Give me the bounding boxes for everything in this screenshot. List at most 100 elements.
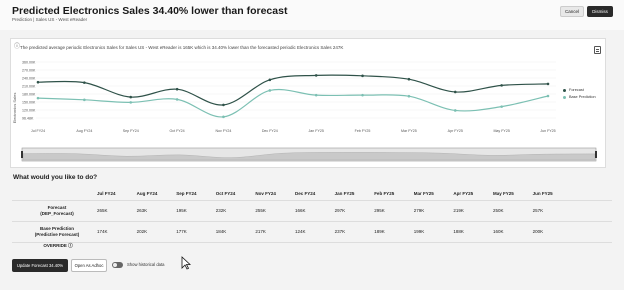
table-cell: 219K <box>453 208 464 213</box>
y-tick-label: 210.00K <box>22 84 36 88</box>
table-cell: 195K <box>176 208 187 213</box>
row-label: Base Prediction (Predictive Forecast) <box>22 226 92 238</box>
data-point[interactable] <box>314 93 318 97</box>
column-header: Dec FY24 <box>295 191 316 196</box>
column-header: Jul FY24 <box>97 191 116 196</box>
historical-data-toggle[interactable] <box>112 262 123 268</box>
x-tick-label: May FY25 <box>493 129 509 133</box>
column-header: Oct FY24 <box>215 191 236 196</box>
table-cell: 124K <box>295 229 306 234</box>
table-cell: 188K <box>453 229 464 234</box>
dialog: Predicted Electronics Sales 34.40% lower… <box>0 0 624 290</box>
x-tick-label: Mar FY25 <box>401 129 417 133</box>
table-cell: 217K <box>255 229 266 234</box>
y-tick-label: 360.00K <box>22 60 36 64</box>
legend-forecast-swatch <box>563 88 566 92</box>
legend-base-label: Base Prediction <box>569 95 596 99</box>
divider <box>12 200 612 201</box>
y-tick-label: 150.00K <box>22 100 36 104</box>
table-cell: 189K <box>374 229 385 234</box>
data-point[interactable] <box>36 96 40 100</box>
x-tick-label: Aug FY24 <box>76 129 92 133</box>
legend-base-swatch <box>563 95 566 99</box>
column-header: Sep FY24 <box>176 191 197 196</box>
column-header: Nov FY24 <box>255 191 276 196</box>
divider <box>12 221 612 222</box>
table-cell: 177K <box>176 229 187 234</box>
x-tick-label: Sep FY24 <box>123 129 139 133</box>
data-point[interactable] <box>361 93 364 97</box>
data-point[interactable] <box>546 94 550 98</box>
table-cell: 263K <box>136 208 148 213</box>
data-point[interactable] <box>361 74 364 78</box>
legend-forecast: Forecast <box>563 88 584 92</box>
table-cell: 279K <box>413 208 425 213</box>
row-label: Forecast (DEP_Forecast) <box>22 205 92 217</box>
override-label: OVERRIDE ⓘ <box>43 243 73 248</box>
x-tick-label: Oct FY24 <box>169 129 184 133</box>
x-tick-label: Dec FY24 <box>262 129 278 133</box>
data-point[interactable] <box>36 80 40 84</box>
data-point[interactable] <box>83 81 86 84</box>
table-cell: 160K <box>493 229 504 234</box>
x-tick-label: Jan FY25 <box>308 129 323 133</box>
column-header: Jun FY25 <box>532 191 553 196</box>
data-point[interactable] <box>546 82 550 86</box>
data-point[interactable] <box>407 77 411 81</box>
y-tick-label: 180.00K <box>22 92 36 96</box>
data-point[interactable] <box>129 95 133 99</box>
data-point[interactable] <box>268 89 272 92</box>
table-cell: 202K <box>136 229 148 234</box>
data-point[interactable] <box>268 78 272 82</box>
table-cell: 199K <box>413 229 425 234</box>
legend-forecast-label: Forecast <box>569 88 584 92</box>
line-chart: 360.00K 270.00K 240.00K 210.00K 180.00K 150.0… <box>12 60 597 162</box>
data-point[interactable] <box>500 84 503 87</box>
table-cell: 250K <box>493 208 504 213</box>
y-tick-label: 96.48K <box>22 116 34 120</box>
data-point[interactable] <box>453 90 457 94</box>
data-point[interactable] <box>407 94 411 98</box>
data-point[interactable] <box>175 98 179 101</box>
toggle-knob <box>113 263 117 267</box>
divider <box>12 242 612 243</box>
y-axis-label: Electronics Sales <box>12 93 17 124</box>
row-label-detail: (DEP_Forecast) <box>40 211 74 216</box>
overview-right-handle[interactable] <box>595 151 597 158</box>
update-forecast-button[interactable]: Update Forecast 34.40% <box>12 259 68 272</box>
column-header: Feb FY25 <box>374 191 395 196</box>
data-point[interactable] <box>83 98 86 102</box>
table-cell: 255K <box>255 208 266 213</box>
data-point[interactable] <box>222 115 225 119</box>
series-line-0 <box>37 74 549 106</box>
section-heading: What would you like to do? <box>13 174 98 181</box>
column-header: Mar FY25 <box>413 191 434 196</box>
table-cell: 265K <box>97 208 108 213</box>
table-cell: 257K <box>532 208 544 213</box>
y-tick-label: 240.00K <box>22 76 36 80</box>
y-tick-label: 120.00K <box>22 108 36 112</box>
x-tick-label: Nov FY24 <box>215 129 231 133</box>
table-cell: 200K <box>532 229 544 234</box>
table-cell: 232K <box>215 208 227 213</box>
x-tick-label: Feb FY25 <box>355 129 371 133</box>
data-point[interactable] <box>175 87 179 91</box>
table-cell: 184K <box>215 229 227 234</box>
row-label-detail: (Predictive Forecast) <box>34 232 80 237</box>
legend-base-prediction: Base Prediction <box>563 95 596 99</box>
x-tick-label: Apr FY25 <box>448 129 463 133</box>
table-cell: 166K <box>295 208 306 213</box>
historical-data-label: Show historical data <box>127 262 165 267</box>
data-point[interactable] <box>222 103 225 107</box>
overview-left-handle[interactable] <box>21 151 23 158</box>
column-header: Apr FY25 <box>453 191 474 196</box>
x-tick-label: Jun FY25 <box>540 129 555 133</box>
table-cell: 237K <box>334 229 346 234</box>
data-point[interactable] <box>500 105 503 108</box>
column-header: May FY25 <box>493 191 514 196</box>
data-point[interactable] <box>453 109 457 112</box>
mouse-cursor-icon <box>181 256 191 270</box>
open-as-adhoc-button[interactable]: Open As Adhoc <box>71 259 107 272</box>
data-point[interactable] <box>129 101 133 104</box>
data-point[interactable] <box>314 74 318 77</box>
